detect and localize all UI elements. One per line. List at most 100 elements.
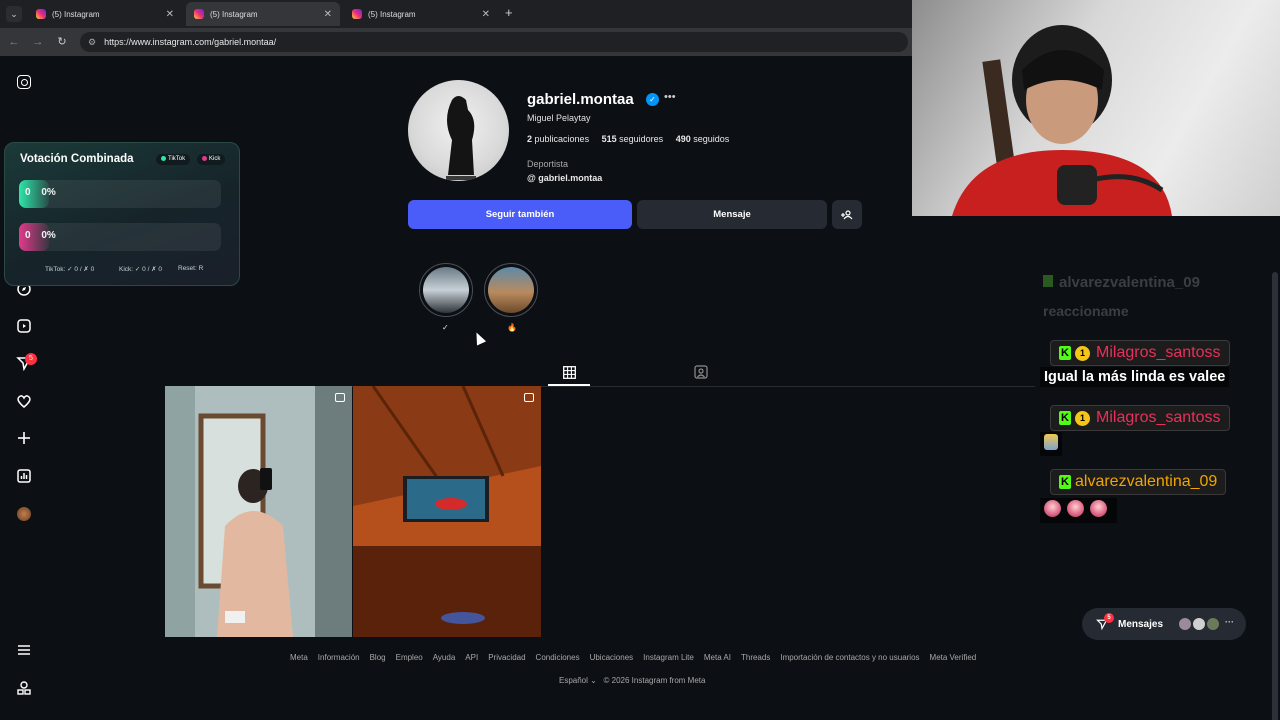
footer-link[interactable]: Meta (290, 653, 308, 662)
emote-icon (1067, 500, 1084, 517)
copyright: © 2026 Instagram from Meta (603, 676, 706, 685)
chat-emote-message (1040, 432, 1062, 456)
message-button[interactable]: Mensaje (637, 200, 827, 229)
chat-username: K alvarezvalentina_09 (1050, 469, 1227, 495)
vote-widget: Votación Combinada TikTok Kick 0 0% 0 0%… (4, 142, 240, 286)
suggest-people-button[interactable] (832, 200, 862, 229)
close-tab-icon[interactable]: ✕ (166, 9, 174, 20)
footer-link[interactable]: Empleo (396, 653, 423, 662)
following-stat[interactable]: 490 seguidos (676, 134, 730, 144)
profile-avatar[interactable] (14, 504, 34, 524)
create-icon[interactable] (14, 428, 34, 448)
active-tab-indicator (548, 384, 590, 386)
back-icon[interactable]: ← (6, 34, 22, 50)
messages-label: Mensajes (1118, 618, 1164, 630)
chat-emote-message (1040, 498, 1117, 523)
footer-link[interactable]: Meta Verified (930, 653, 977, 662)
close-tab-icon[interactable]: ✕ (482, 9, 490, 20)
site-settings-icon[interactable]: ⚙ (88, 37, 96, 48)
menu-icon[interactable] (14, 640, 34, 660)
followers-stat[interactable]: 515 seguidores (602, 134, 664, 144)
forward-icon[interactable]: → (30, 34, 46, 50)
footer-link[interactable]: Información (318, 653, 360, 662)
chat-username: K1 Milagros_santoss (1050, 340, 1230, 366)
instagram-favicon-icon (194, 9, 204, 19)
footer-link[interactable]: Meta AI (704, 653, 731, 662)
reload-icon[interactable]: ↻ (54, 34, 70, 50)
kick-badge-icon: K (1059, 411, 1071, 425)
notification-badge: 5 (25, 353, 37, 365)
coin-badge-icon: 1 (1075, 345, 1090, 361)
profile-category: Deportista (527, 159, 569, 169)
highlight-label-1: ✓ (442, 323, 449, 332)
footer-link[interactable]: Condiciones (536, 653, 580, 662)
follow-back-button[interactable]: Seguir también (408, 200, 632, 229)
emote-icon (1044, 434, 1058, 450)
vote-yes-count: 0 (25, 187, 31, 198)
chat-username: K1 Milagros_santoss (1050, 405, 1230, 431)
close-tab-icon[interactable]: ✕ (324, 9, 332, 20)
footer-link[interactable]: Privacidad (488, 653, 525, 662)
threads-icon[interactable] (14, 678, 34, 698)
chat-username-faded: alvarezvalentina_09 (1043, 274, 1200, 291)
footer-link[interactable]: Ubicaciones (590, 653, 634, 662)
browser-tab-1[interactable]: (5) Instagram ✕ (28, 2, 182, 26)
instagram-logo-icon[interactable] (14, 72, 34, 92)
tab-title: (5) Instagram (52, 9, 100, 19)
tab-title: (5) Instagram (368, 9, 416, 19)
kick-badge-icon: K (1059, 346, 1071, 360)
footer-link[interactable]: Ayuda (433, 653, 456, 662)
more-icon: ··· (1225, 617, 1234, 627)
threads-at-icon: @ (527, 173, 536, 183)
footer-link[interactable]: Blog (370, 653, 386, 662)
more-options-icon[interactable]: ••• (664, 91, 676, 103)
story-highlight-1[interactable] (419, 263, 473, 317)
vote-footer-reset: Reset: R (178, 265, 204, 272)
language-selector[interactable]: Español ⌄ (559, 676, 597, 685)
messages-button[interactable]: 5 Mensajes ··· (1082, 608, 1246, 640)
vote-no-count: 0 (25, 230, 31, 241)
profile-picture[interactable] (408, 80, 509, 181)
footer-link[interactable]: Threads (741, 653, 770, 662)
instagram-favicon-icon (36, 9, 46, 19)
story-highlight-2[interactable] (484, 263, 538, 317)
vote-title: Votación Combinada (20, 153, 134, 165)
vote-footer-kick: Kick: ✓ 0 / ✗ 0 (119, 266, 163, 273)
tagged-icon (694, 365, 708, 379)
multiple-posts-icon (524, 393, 534, 402)
new-tab-icon[interactable]: + (505, 5, 513, 20)
emote-icon (1044, 500, 1061, 517)
vote-bar-yes: 0 0% (19, 180, 221, 208)
kick-badge-icon: K (1059, 475, 1071, 489)
messages-badge: 5 (1104, 613, 1114, 623)
dashboard-icon[interactable] (14, 466, 34, 486)
browser-tab-3[interactable]: (5) Instagram ✕ (344, 2, 498, 26)
posts-stat[interactable]: 2 publicaciones (527, 134, 589, 144)
vote-bar-no: 0 0% (19, 223, 221, 251)
mouse-cursor (471, 330, 487, 346)
chat-message-faded: reaccioname (1043, 303, 1129, 319)
highlight-label-2: 🔥 (507, 323, 517, 332)
heart-icon[interactable] (14, 391, 34, 411)
reels-icon[interactable] (14, 316, 34, 336)
footer-link[interactable]: Instagram Lite (643, 653, 694, 662)
webcam-overlay (912, 0, 1280, 216)
emote-icon (1090, 500, 1107, 517)
tab-posts[interactable] (548, 358, 590, 386)
threads-link[interactable]: @ gabriel.montaa (527, 173, 602, 183)
tab-tagged[interactable] (690, 358, 712, 386)
tiktok-tag: TikTok (156, 154, 191, 165)
multiple-posts-icon (335, 393, 345, 402)
footer-link[interactable]: Importación de contactos y no usuarios (780, 653, 919, 662)
vote-no-percent: 0% (41, 230, 56, 241)
url-text: https://www.instagram.com/gabriel.montaa… (104, 37, 277, 47)
grid-icon (562, 365, 576, 379)
tab-list-button[interactable]: ⌄ (6, 6, 22, 22)
verified-badge-icon: ✓ (646, 93, 659, 106)
page-scrollbar[interactable] (1272, 272, 1278, 720)
footer-link[interactable]: API (465, 653, 478, 662)
browser-tab-2[interactable]: (5) Instagram ✕ (186, 2, 340, 26)
post-thumbnail-1[interactable] (165, 386, 352, 637)
url-field[interactable]: ⚙ https://www.instagram.com/gabriel.mont… (80, 32, 908, 52)
post-thumbnail-2[interactable] (353, 386, 541, 637)
